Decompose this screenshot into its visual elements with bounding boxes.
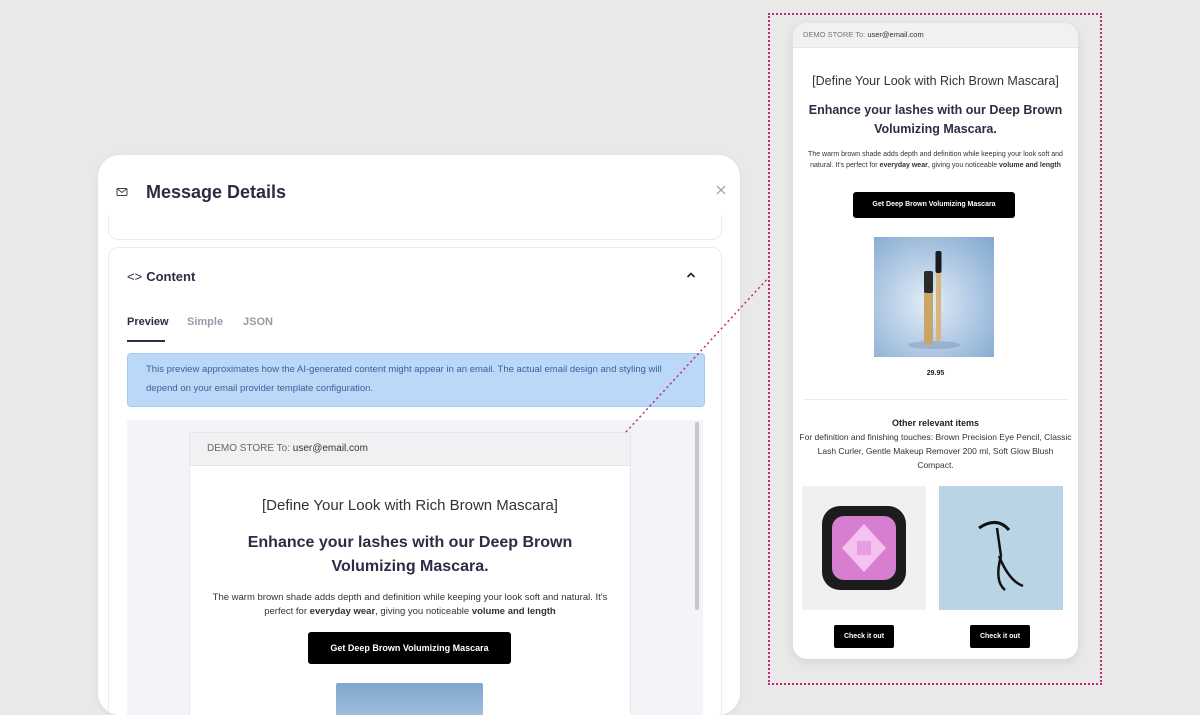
email-to-address: user@email.com	[292, 443, 368, 454]
email-body: The warm brown shade adds depth and defi…	[808, 151, 1063, 169]
email-preview: DEMO STORE To: user@email.com [Define Yo…	[189, 432, 631, 715]
email-headline: Enhance your lashes with our Deep Brown …	[808, 103, 1063, 136]
active-tab-indicator	[127, 340, 165, 342]
content-section: <> Content Preview Simple JSON This previ…	[108, 247, 722, 715]
lash-curler-image	[939, 486, 1063, 610]
preview-info-text: This preview approximates how the AI-gen…	[146, 364, 662, 394]
email-to-address: user@email.com	[867, 30, 924, 39]
preview-scrollbar[interactable]	[695, 422, 699, 610]
other-items-title: Other relevant items	[891, 418, 980, 428]
mascara-product-image	[336, 683, 483, 715]
email-subject: [Define Your Look with Rich Brown Mascar…	[812, 74, 1059, 88]
product-price: 29.95	[926, 370, 945, 377]
tab-json[interactable]: JSON	[243, 316, 273, 328]
collapsed-section	[108, 215, 722, 240]
envelope-icon	[116, 185, 128, 197]
email-body: The warm brown shade adds depth and defi…	[212, 592, 608, 617]
email-headline: Enhance your lashes with our Deep Brown …	[247, 534, 573, 575]
code-icon: <>	[127, 269, 143, 284]
tab-simple[interactable]: Simple	[187, 316, 223, 328]
content-section-title: Content	[146, 269, 196, 284]
blush-compact-image	[802, 486, 926, 610]
preview-info-banner: This preview approximates how the AI-gen…	[127, 353, 705, 407]
email-from-label: DEMO STORE To:	[803, 30, 868, 39]
email-cta-button[interactable]: Get Deep Brown Volumizing Mascara	[853, 192, 1015, 218]
email-from-label: DEMO STORE To:	[207, 443, 293, 454]
message-details-panel: Message Details <> Content Preview Simple…	[98, 155, 740, 715]
close-icon[interactable]	[714, 183, 728, 197]
email-cta-button[interactable]: Get Deep Brown Volumizing Mascara	[308, 632, 511, 664]
content-section-header[interactable]: <> Content	[127, 269, 195, 284]
tab-preview[interactable]: Preview	[127, 316, 169, 328]
chevron-up-icon[interactable]	[685, 268, 697, 280]
mascara-product-image	[874, 237, 994, 357]
divider	[803, 399, 1068, 400]
email-header: DEMO STORE To: user@email.com	[190, 433, 630, 466]
check-it-out-button[interactable]: Check it out	[834, 625, 894, 648]
other-items-text: For definition and finishing touches: Br…	[799, 432, 1072, 470]
email-subject: [Define Your Look with Rich Brown Mascar…	[262, 497, 558, 514]
email-header: DEMO STORE To: user@email.com	[793, 23, 1078, 48]
check-it-out-button[interactable]: Check it out	[970, 625, 1030, 648]
email-preview-zoomed: DEMO STORE To: user@email.com [Define Yo…	[793, 23, 1078, 659]
panel-title: Message Details	[146, 182, 287, 202]
email-preview-area: DEMO STORE To: user@email.com [Define Yo…	[127, 420, 703, 715]
